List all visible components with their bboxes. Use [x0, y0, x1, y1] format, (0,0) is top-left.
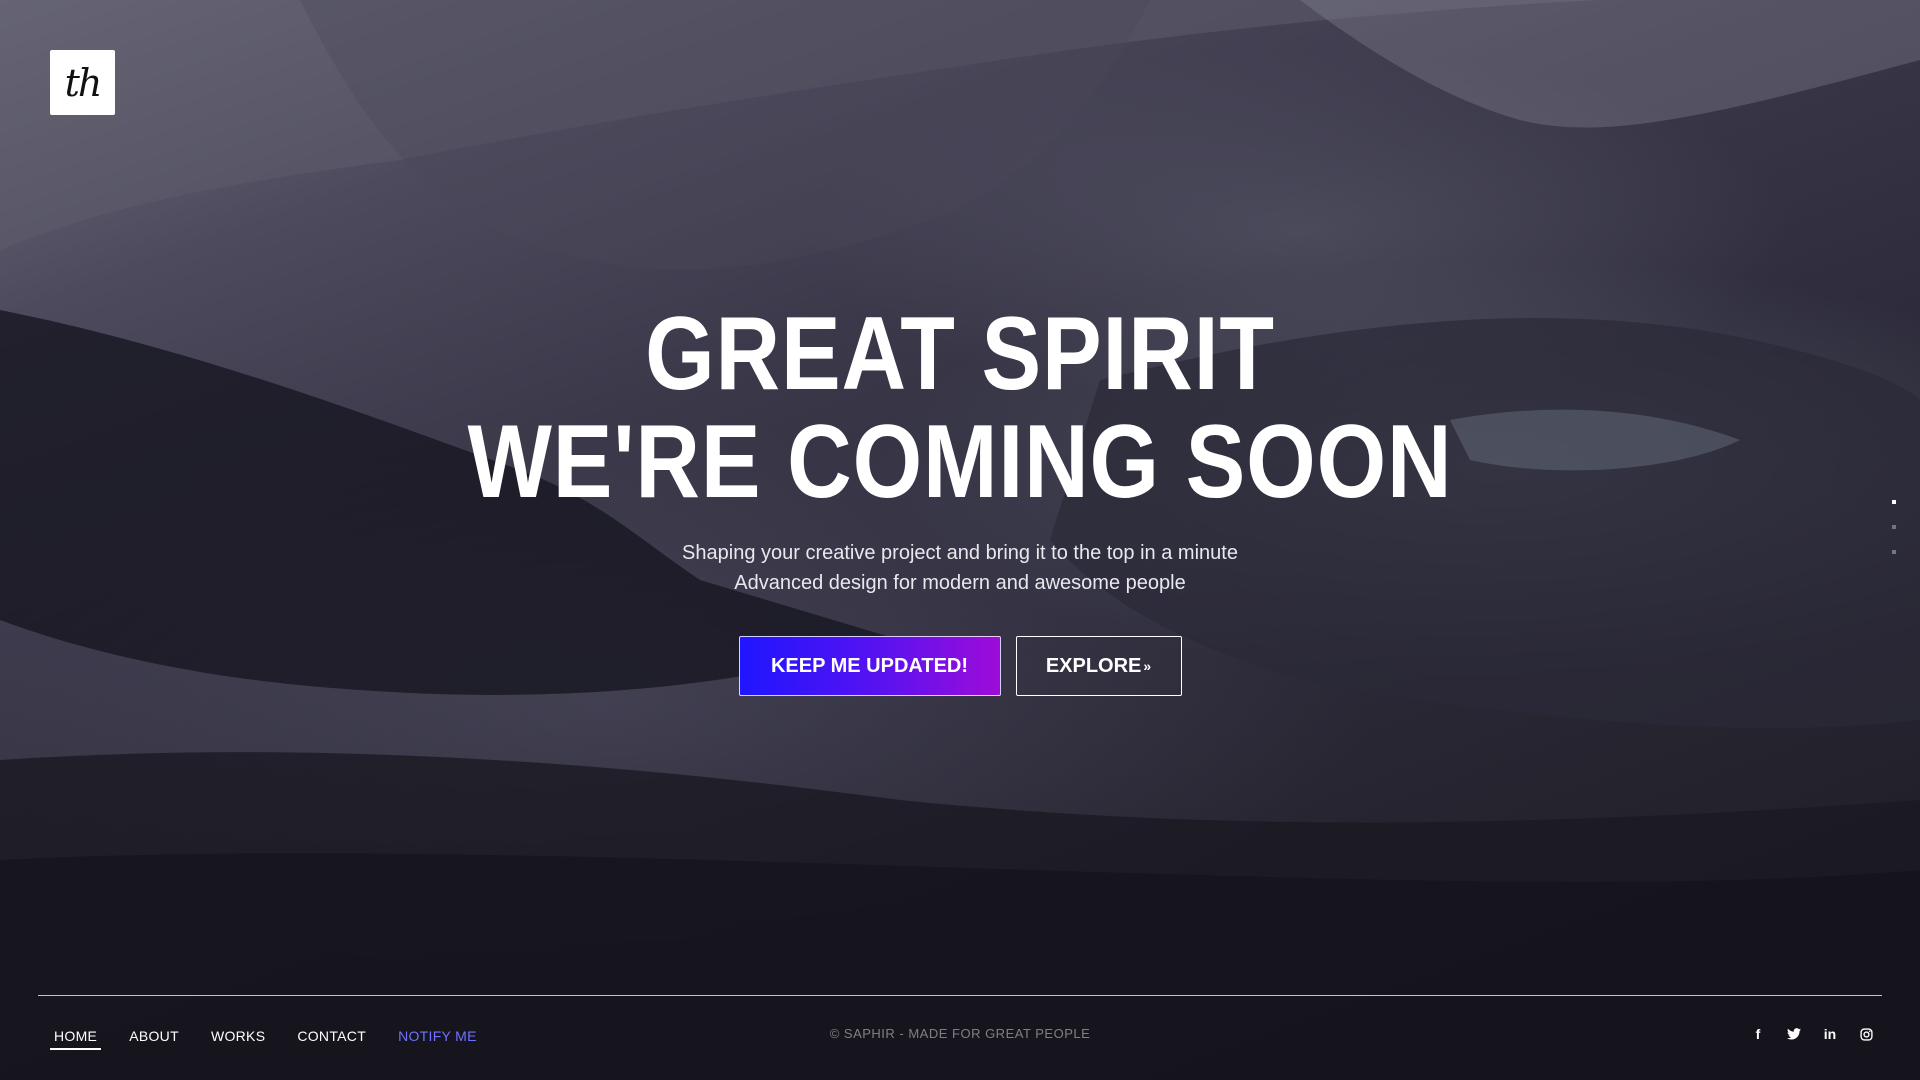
hero-subtitle-line-2: Advanced design for modern and awesome p…	[734, 572, 1186, 594]
facebook-icon[interactable]: f	[1750, 1025, 1766, 1043]
hero-subtitle-line-1: Shaping your creative project and bring …	[682, 542, 1238, 564]
pagination-dot[interactable]	[1892, 550, 1896, 554]
pagination-dot[interactable]	[1892, 500, 1896, 504]
hero-background: th GREAT SPIRIT WE'RE COMING SOON Shapin…	[0, 0, 1920, 1080]
section-pagination	[1892, 500, 1896, 554]
pagination-dot[interactable]	[1892, 525, 1896, 529]
social-links: f in	[1750, 1025, 1874, 1043]
linkedin-icon[interactable]: in	[1822, 1025, 1838, 1043]
explore-label: EXPLORE	[1045, 654, 1142, 677]
hero-title-line-2: WE'RE COMING SOON	[467, 404, 1453, 520]
chevron-double-down-icon: »	[1143, 658, 1152, 674]
cta-row: KEEP ME UPDATED! EXPLORE »	[0, 636, 1920, 696]
hero-subtitle: Shaping your creative project and bring …	[0, 538, 1920, 598]
hero-title-line-1: GREAT SPIRIT	[645, 296, 1275, 412]
copyright-text: © SAPHIR - MADE FOR GREAT PEOPLE	[829, 1026, 1091, 1041]
instagram-icon[interactable]	[1858, 1025, 1874, 1043]
hero-title: GREAT SPIRIT WE'RE COMING SOON	[134, 300, 1785, 516]
twitter-icon[interactable]	[1786, 1025, 1802, 1043]
footer-divider	[38, 995, 1882, 996]
explore-button[interactable]: EXPLORE »	[1015, 636, 1182, 696]
logo-text: th	[64, 60, 103, 105]
keep-me-updated-button[interactable]: KEEP ME UPDATED!	[738, 636, 1001, 696]
brand-logo[interactable]: th	[50, 50, 115, 115]
hero-section: GREAT SPIRIT WE'RE COMING SOON Shaping y…	[0, 300, 1920, 696]
keep-me-updated-label: KEEP ME UPDATED!	[770, 654, 969, 677]
